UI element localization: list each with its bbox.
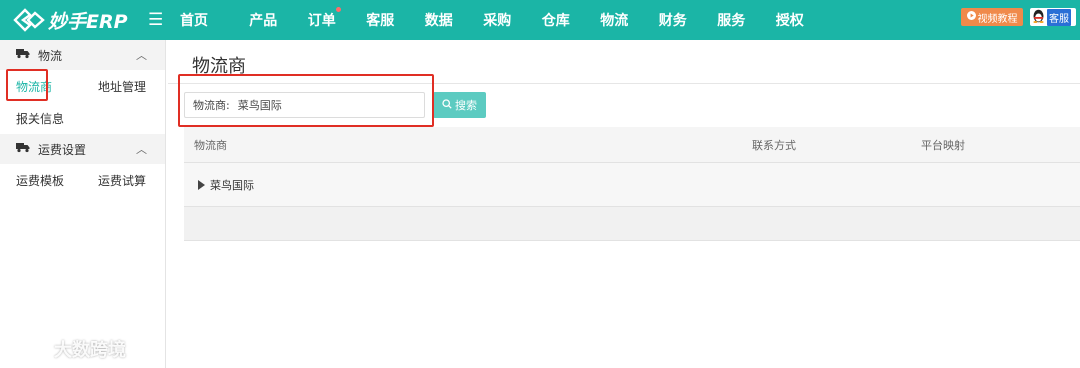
highlight-box-search <box>178 74 434 127</box>
nav-item-purchase[interactable]: 采购 <box>468 10 527 30</box>
top-bar: 妙手ERP ☰ 首页 产品 订单 客服 数据 采购 仓库 物流 财务 服务 授权… <box>0 0 1080 40</box>
sidebar-group-shipping-settings[interactable]: 运费设置 ︿ <box>0 134 165 164</box>
sidebar-group-logistics-label: 物流 <box>38 48 63 63</box>
column-header-contact: 联系方式 <box>752 138 796 152</box>
nav-item-finance[interactable]: 财务 <box>644 10 703 30</box>
sidebar-item-shipping-calculator[interactable]: 运费试算 <box>84 172 164 189</box>
sidebar-group-logistics[interactable]: 物流 ︿ <box>0 40 165 70</box>
nav-item-authorization[interactable]: 授权 <box>761 10 820 30</box>
nav-item-orders[interactable]: 订单 <box>293 7 352 30</box>
carrier-name: 菜鸟国际 <box>210 178 254 192</box>
watermark-text: 大数跨境 <box>54 339 126 361</box>
nav-item-warehouse[interactable]: 仓库 <box>527 10 586 30</box>
search-icon <box>442 98 452 112</box>
nav-item-logistics[interactable]: 物流 <box>585 10 644 30</box>
logo-text: 妙手ERP <box>48 10 128 33</box>
app-logo[interactable]: 妙手ERP <box>12 7 136 34</box>
qq-penguin-icon <box>1032 8 1045 27</box>
sidebar-item-customs-info[interactable]: 报关信息 <box>0 110 84 127</box>
notification-dot <box>336 7 341 12</box>
watermark-logo-icon <box>10 334 50 363</box>
expand-triangle-icon[interactable] <box>198 179 205 190</box>
truck-icon <box>16 142 30 156</box>
chevron-up-icon[interactable]: ︿ <box>136 47 147 63</box>
column-header-platform-mapping: 平台映射 <box>921 138 965 152</box>
nav-item-services[interactable]: 服务 <box>702 10 761 30</box>
video-tutorial-button[interactable]: 视频教程 <box>961 8 1023 26</box>
table-footer <box>184 207 1080 241</box>
sidebar-item-shipping-templates[interactable]: 运费模板 <box>0 172 84 189</box>
logo-mark-icon <box>12 7 46 33</box>
nav-item-home[interactable]: 首页 <box>178 10 234 30</box>
chevron-up-icon[interactable]: ︿ <box>136 141 147 157</box>
sidebar-item-address-management[interactable]: 地址管理 <box>84 78 164 95</box>
sidebar-row: 运费模板 运费试算 <box>0 164 165 196</box>
customer-service-label: 客服 <box>1047 8 1071 26</box>
video-tutorial-label: 视频教程 <box>977 13 1018 25</box>
customer-service-button[interactable]: 客服 <box>1030 8 1076 26</box>
menu-toggle-icon[interactable]: ☰ <box>148 10 178 30</box>
carrier-table: 物流商 联系方式 平台映射 菜鸟国际 <box>184 127 1080 241</box>
play-icon <box>966 11 976 23</box>
table-header: 物流商 联系方式 平台映射 <box>184 127 1080 163</box>
column-header-carrier: 物流商 <box>194 138 227 152</box>
sidebar-row: 报关信息 <box>0 102 165 134</box>
nav-item-products[interactable]: 产品 <box>234 10 293 30</box>
search-button[interactable]: 搜索 <box>433 92 486 118</box>
nav-item-customer-service[interactable]: 客服 <box>351 10 410 30</box>
nav-item-orders-label: 订单 <box>307 13 336 29</box>
search-button-label: 搜索 <box>455 99 477 112</box>
main-nav: 首页 产品 订单 客服 数据 采购 仓库 物流 财务 服务 授权 <box>178 7 820 30</box>
nav-item-data[interactable]: 数据 <box>410 10 469 30</box>
table-row[interactable]: 菜鸟国际 <box>184 163 1080 207</box>
sidebar-group-shipping-settings-label: 运费设置 <box>38 142 87 157</box>
truck-icon <box>16 48 30 62</box>
watermark: 大数跨境 <box>10 334 126 363</box>
highlight-box-carriers <box>6 69 48 101</box>
